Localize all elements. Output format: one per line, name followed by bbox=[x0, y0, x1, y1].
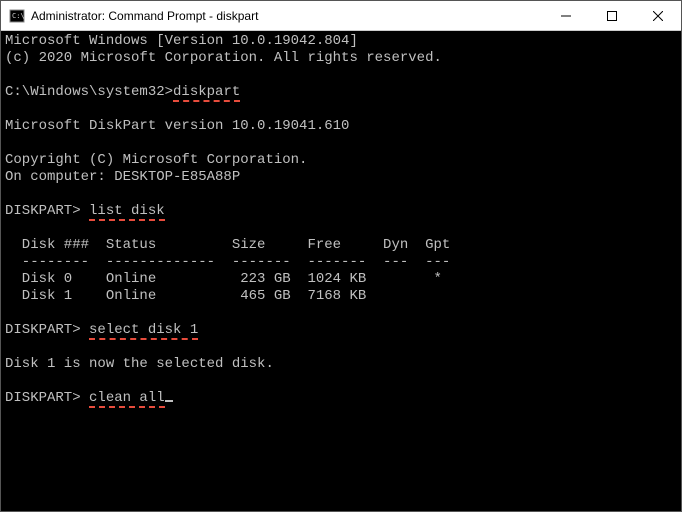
line-dp-copyright: Copyright (C) Microsoft Corporation. bbox=[5, 152, 307, 168]
line-version: Microsoft Windows [Version 10.0.19042.80… bbox=[5, 33, 358, 49]
command-prompt-window: C:\ Administrator: Command Prompt - disk… bbox=[0, 0, 682, 512]
titlebar: C:\ Administrator: Command Prompt - disk… bbox=[1, 1, 681, 31]
close-button[interactable] bbox=[635, 1, 681, 31]
window-title: Administrator: Command Prompt - diskpart bbox=[31, 9, 258, 23]
prompt-diskpart-1: DISKPART> bbox=[5, 203, 89, 219]
cmd-icon: C:\ bbox=[9, 8, 25, 24]
terminal-output[interactable]: Microsoft Windows [Version 10.0.19042.80… bbox=[1, 31, 681, 511]
prompt-diskpart-3: DISKPART> bbox=[5, 390, 89, 406]
line-selected-msg: Disk 1 is now the selected disk. bbox=[5, 356, 274, 372]
prompt-diskpart-2: DISKPART> bbox=[5, 322, 89, 338]
cmd-diskpart: diskpart bbox=[173, 84, 240, 102]
table-header: Disk ### Status Size Free Dyn Gpt bbox=[5, 237, 450, 253]
cmd-select-disk: select disk 1 bbox=[89, 322, 198, 340]
svg-text:C:\: C:\ bbox=[12, 12, 25, 20]
cursor bbox=[165, 400, 173, 402]
line-dp-computer: On computer: DESKTOP-E85A88P bbox=[5, 169, 240, 185]
line-copyright: (c) 2020 Microsoft Corporation. All righ… bbox=[5, 50, 442, 66]
table-row: Disk 0 Online 223 GB 1024 KB * bbox=[5, 271, 442, 287]
minimize-button[interactable] bbox=[543, 1, 589, 31]
table-row: Disk 1 Online 465 GB 7168 KB bbox=[5, 288, 366, 304]
cmd-clean-all: clean all bbox=[89, 390, 165, 408]
prompt-c: C:\Windows\system32> bbox=[5, 84, 173, 100]
line-dp-version: Microsoft DiskPart version 10.0.19041.61… bbox=[5, 118, 349, 134]
table-sep: -------- ------------- ------- ------- -… bbox=[5, 254, 450, 270]
cmd-list-disk: list disk bbox=[89, 203, 165, 221]
maximize-button[interactable] bbox=[589, 1, 635, 31]
